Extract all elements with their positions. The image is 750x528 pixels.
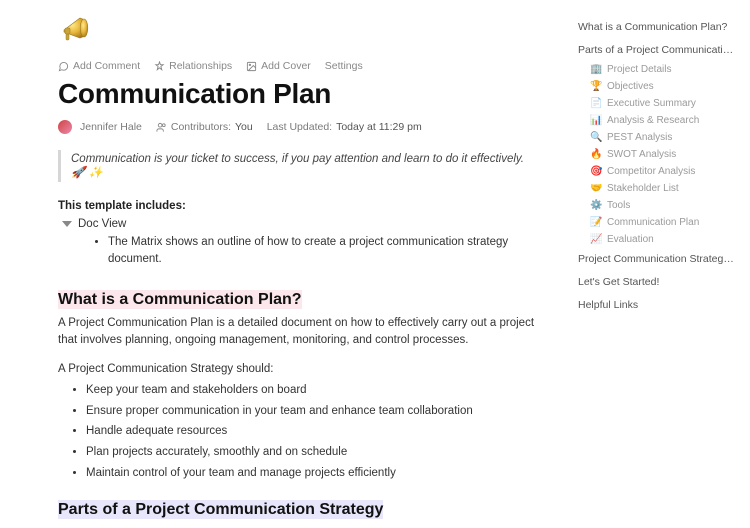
contributors-label: Contributors: [171, 121, 231, 133]
outline-item-label: Communication Plan [607, 217, 699, 228]
outline-item-icon: 📊 [590, 115, 602, 126]
list-item[interactable]: The Matrix shows an outline of how to cr… [108, 234, 542, 269]
relationships-button[interactable]: Relationships [154, 60, 232, 72]
updated-value: Today at 11:29 pm [336, 121, 422, 133]
toggle-doc-view[interactable]: Doc View [62, 218, 542, 230]
outline-item-icon: 🔍 [590, 132, 602, 143]
what-paragraph[interactable]: A Project Communication Plan is a detail… [58, 315, 542, 350]
quote-block[interactable]: Communication is your ticket to success,… [58, 150, 542, 182]
list-item[interactable]: Plan projects accurately, smoothly and o… [86, 442, 542, 463]
image-icon [246, 61, 257, 72]
h2-what-text: What is a Communication Plan? [58, 290, 302, 309]
settings-button[interactable]: Settings [325, 60, 363, 72]
outline-item-label: Analysis & Research [607, 115, 699, 126]
updated-chip: Last Updated: Today at 11:29 pm [267, 121, 422, 133]
strategy-list: Keep your team and stakeholders on board… [58, 380, 542, 483]
updated-label: Last Updated: [267, 121, 332, 133]
relationships-label: Relationships [169, 60, 232, 72]
quote-text: Communication is your ticket to success,… [71, 153, 524, 179]
outline-item-label: Objectives [607, 81, 654, 92]
outline-sub-item[interactable]: 🤝 Stakeholder List [576, 180, 740, 197]
contributors-chip[interactable]: Contributors: You [156, 121, 253, 133]
includes-list: The Matrix shows an outline of how to cr… [58, 234, 542, 269]
add-comment-button[interactable]: Add Comment [58, 60, 140, 72]
add-comment-label: Add Comment [73, 60, 140, 72]
outline-sub-item[interactable]: 🔥 SWOT Analysis [576, 146, 740, 163]
outline-item-label: PEST Analysis [607, 132, 672, 143]
page-title[interactable]: Communication Plan [58, 78, 542, 110]
outline-item[interactable]: Let's Get Started! [576, 271, 740, 294]
outline-item-icon: 🎯 [590, 166, 602, 177]
outline-item[interactable]: Project Communication Strategy Tips! [576, 248, 740, 271]
outline-sub-item[interactable]: 🎯 Competitor Analysis [576, 163, 740, 180]
outline-sub-item[interactable]: 🏆 Objectives [576, 78, 740, 95]
list-item[interactable]: Keep your team and stakeholders on board [86, 380, 542, 401]
outline-item-icon: 📄 [590, 98, 602, 109]
outline-item-label: Evaluation [607, 234, 654, 245]
outline-item-label: Competitor Analysis [607, 166, 695, 177]
author-chip[interactable]: Jennifer Hale [58, 120, 142, 134]
add-cover-label: Add Cover [261, 60, 311, 72]
h2-parts[interactable]: Parts of a Project Communication Strateg… [58, 501, 542, 519]
outline-item[interactable]: What is a Communication Plan? [576, 16, 740, 39]
outline-item-icon: 🏆 [590, 81, 602, 92]
outline-sub-item[interactable]: 🏢 Project Details [576, 61, 740, 78]
outline-item-icon: 📈 [590, 234, 602, 245]
list-item[interactable]: Maintain control of your team and manage… [86, 463, 542, 484]
outline-item-label: Project Details [607, 64, 671, 75]
outline-item[interactable]: Helpful Links [576, 294, 740, 317]
caret-down-icon [62, 221, 72, 227]
outline-item-label: Tools [607, 200, 630, 211]
outline-sub-item[interactable]: 📝 Communication Plan [576, 214, 740, 231]
strategy-lead[interactable]: A Project Communication Strategy should: [58, 363, 542, 375]
page-toolbar: Add Comment Relationships Add Cover Sett… [58, 60, 542, 72]
outline-item-icon: 🤝 [590, 183, 602, 194]
settings-label: Settings [325, 60, 363, 72]
outline-item-label: SWOT Analysis [607, 149, 676, 160]
outline-item[interactable]: Parts of a Project Communication St… [576, 39, 740, 62]
toggle-label: Doc View [78, 218, 126, 230]
h2-what[interactable]: What is a Communication Plan? [58, 291, 542, 309]
outline-item-icon: 🔥 [590, 149, 602, 160]
contributors-value: You [235, 121, 253, 133]
h2-parts-text: Parts of a Project Communication Strateg… [58, 500, 383, 519]
author-name: Jennifer Hale [80, 121, 142, 133]
outline-sub-item[interactable]: ⚙️ Tools [576, 197, 740, 214]
document-main: Add Comment Relationships Add Cover Sett… [0, 0, 570, 528]
outline-item-icon: 📝 [590, 217, 602, 228]
add-cover-button[interactable]: Add Cover [246, 60, 311, 72]
people-icon [156, 122, 167, 133]
page-meta: Jennifer Hale Contributors: You Last Upd… [58, 120, 542, 134]
list-item[interactable]: Ensure proper communication in your team… [86, 401, 542, 422]
outline-item-label: Stakeholder List [607, 183, 679, 194]
includes-heading[interactable]: This template includes: [58, 200, 542, 212]
outline-item-icon: 🏢 [590, 64, 602, 75]
outline-item-icon: ⚙️ [590, 200, 602, 211]
outline-item-label: Executive Summary [607, 98, 696, 109]
outline-sub-item[interactable]: 📊 Analysis & Research [576, 112, 740, 129]
outline-sub-item[interactable]: 🔍 PEST Analysis [576, 129, 740, 146]
outline-sidebar: What is a Communication Plan?Parts of a … [570, 0, 750, 528]
avatar [58, 120, 72, 134]
list-item[interactable]: Handle adequate resources [86, 421, 542, 442]
outline-sub-item[interactable]: 📄 Executive Summary [576, 95, 740, 112]
relationships-icon [154, 61, 165, 72]
comment-icon [58, 61, 69, 72]
page-icon[interactable] [58, 10, 542, 52]
outline-sub-item[interactable]: 📈 Evaluation [576, 231, 740, 248]
